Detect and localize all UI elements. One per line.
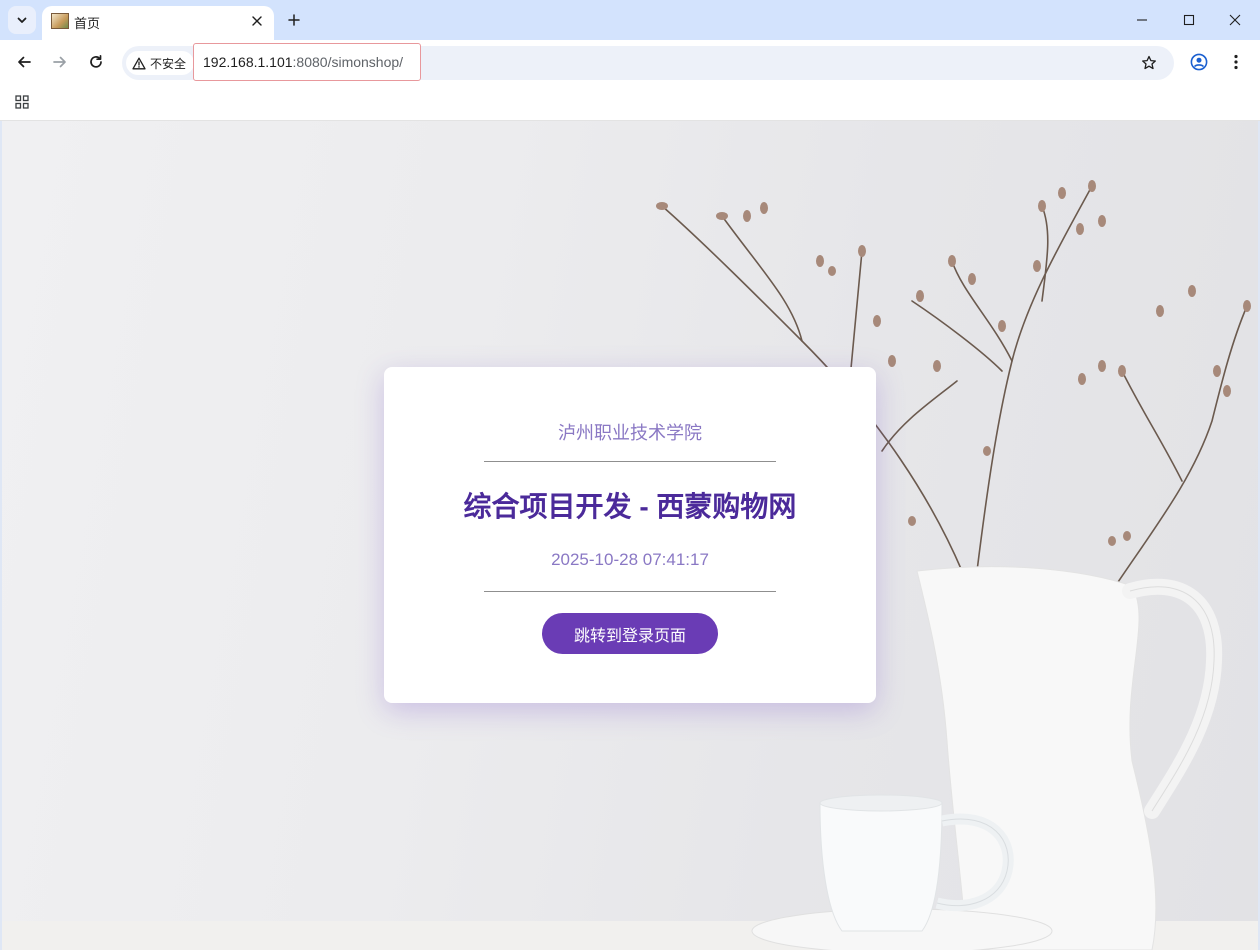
plus-icon [288, 14, 300, 26]
favicon-icon [51, 13, 69, 29]
close-window-button[interactable] [1212, 0, 1258, 40]
address-bar[interactable]: 不安全 192.168.1.101:8080/simonshop/ [122, 43, 1174, 81]
profile-icon [1190, 53, 1208, 71]
page-title: 综合项目开发 - 西蒙购物网 [463, 491, 797, 522]
url-input[interactable]: 192.168.1.101:8080/simonshop/ [193, 43, 421, 81]
tab-search-button[interactable] [8, 6, 36, 34]
browser-title-bar: 首页 [0, 0, 1260, 40]
arrow-left-icon [18, 56, 31, 68]
maximize-button[interactable] [1166, 0, 1212, 40]
close-icon [252, 16, 262, 26]
warning-icon [132, 57, 146, 69]
new-tab-button[interactable] [282, 8, 306, 32]
url-host: 192.168.1.101 [203, 54, 293, 70]
bookmarks-bar [0, 84, 1260, 121]
reload-button[interactable] [82, 48, 110, 76]
arrow-right-icon [53, 56, 66, 68]
minimize-icon [1137, 19, 1147, 21]
page-viewport: 泸州职业技术学院 综合项目开发 - 西蒙购物网 2025-10-28 07:41… [2, 121, 1258, 950]
browser-menu-button[interactable] [1224, 49, 1248, 75]
maximize-icon [1183, 14, 1195, 26]
security-label: 不安全 [150, 56, 187, 71]
browser-toolbar: 不安全 192.168.1.101:8080/simonshop/ [0, 40, 1260, 84]
bookmark-star-button[interactable] [1138, 52, 1160, 74]
profile-button[interactable] [1186, 49, 1212, 75]
go-to-login-button[interactable]: 跳转到登录页面 [542, 613, 718, 654]
back-button[interactable] [10, 48, 38, 76]
browser-tab-active[interactable]: 首页 [42, 6, 274, 40]
kebab-menu-icon [1234, 54, 1238, 70]
close-icon [1229, 14, 1241, 26]
divider-bottom [484, 591, 776, 592]
reload-icon [90, 54, 102, 68]
url-path: :8080/simonshop/ [292, 54, 404, 70]
divider-top [484, 461, 776, 462]
welcome-card: 泸州职业技术学院 综合项目开发 - 西蒙购物网 2025-10-28 07:41… [384, 367, 876, 703]
star-icon [1142, 55, 1156, 70]
tab-title: 首页 [74, 16, 101, 31]
minimize-button[interactable] [1119, 0, 1165, 40]
forward-button[interactable] [46, 48, 74, 76]
school-name: 泸州职业技术学院 [558, 423, 702, 443]
current-datetime: 2025-10-28 07:41:17 [551, 550, 709, 569]
url-text: 192.168.1.101:8080/simonshop/ [203, 54, 403, 70]
tab-close-button[interactable] [248, 12, 266, 30]
apps-grid-icon [15, 95, 29, 109]
apps-button[interactable] [12, 92, 32, 112]
chevron-down-icon [17, 17, 27, 23]
security-indicator[interactable]: 不安全 [126, 51, 195, 75]
